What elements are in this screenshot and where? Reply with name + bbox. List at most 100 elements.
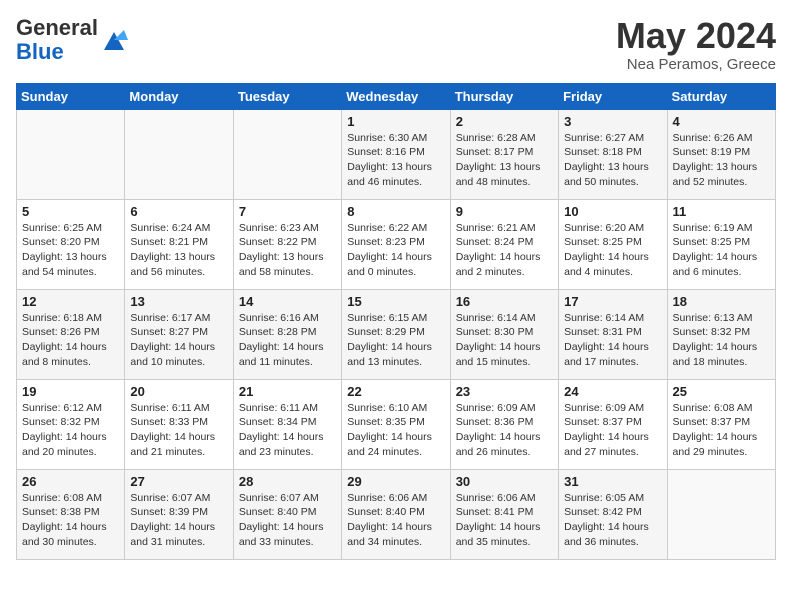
weekday-header-thursday: Thursday — [450, 83, 558, 109]
weekday-row: SundayMondayTuesdayWednesdayThursdayFrid… — [17, 83, 776, 109]
day-number: 7 — [239, 204, 336, 219]
day-number: 6 — [130, 204, 227, 219]
day-info: Sunrise: 6:20 AMSunset: 8:25 PMDaylight:… — [564, 221, 661, 280]
day-number: 25 — [673, 384, 770, 399]
day-info: Sunrise: 6:25 AMSunset: 8:20 PMDaylight:… — [22, 221, 119, 280]
day-info: Sunrise: 6:14 AMSunset: 8:30 PMDaylight:… — [456, 311, 553, 370]
day-info: Sunrise: 6:17 AMSunset: 8:27 PMDaylight:… — [130, 311, 227, 370]
day-number: 30 — [456, 474, 553, 489]
day-cell — [17, 109, 125, 199]
day-cell: 15 Sunrise: 6:15 AMSunset: 8:29 PMDayligh… — [342, 289, 450, 379]
day-number: 19 — [22, 384, 119, 399]
location: Nea Peramos, Greece — [616, 56, 776, 73]
weekday-header-saturday: Saturday — [667, 83, 775, 109]
day-info: Sunrise: 6:07 AMSunset: 8:40 PMDaylight:… — [239, 491, 336, 550]
day-number: 24 — [564, 384, 661, 399]
weekday-header-sunday: Sunday — [17, 83, 125, 109]
day-cell: 24 Sunrise: 6:09 AMSunset: 8:37 PMDayligh… — [559, 379, 667, 469]
day-cell: 5 Sunrise: 6:25 AMSunset: 8:20 PMDaylight… — [17, 199, 125, 289]
day-info: Sunrise: 6:08 AMSunset: 8:37 PMDaylight:… — [673, 401, 770, 460]
day-info: Sunrise: 6:06 AMSunset: 8:41 PMDaylight:… — [456, 491, 553, 550]
day-cell: 14Sunrise: 6:16 AMSunset: 8:28 PMDayligh… — [233, 289, 341, 379]
day-cell: 21 Sunrise: 6:11 AMSunset: 8:34 PMDayligh… — [233, 379, 341, 469]
day-number: 23 — [456, 384, 553, 399]
day-info: Sunrise: 6:19 AMSunset: 8:25 PMDaylight:… — [673, 221, 770, 280]
day-number: 14 — [239, 294, 336, 309]
day-cell: 6 Sunrise: 6:24 AMSunset: 8:21 PMDaylight… — [125, 199, 233, 289]
day-cell: 7 Sunrise: 6:23 AMSunset: 8:22 PMDaylight… — [233, 199, 341, 289]
page-header: General Blue May 2024 Nea Peramos, Greec… — [16, 16, 776, 73]
day-cell: 8 Sunrise: 6:22 AMSunset: 8:23 PMDaylight… — [342, 199, 450, 289]
day-info: Sunrise: 6:22 AMSunset: 8:23 PMDaylight:… — [347, 221, 444, 280]
day-info: Sunrise: 6:12 AMSunset: 8:32 PMDaylight:… — [22, 401, 119, 460]
day-info: Sunrise: 6:11 AMSunset: 8:33 PMDaylight:… — [130, 401, 227, 460]
day-info: Sunrise: 6:15 AMSunset: 8:29 PMDaylight:… — [347, 311, 444, 370]
day-info: Sunrise: 6:21 AMSunset: 8:24 PMDaylight:… — [456, 221, 553, 280]
day-info: Sunrise: 6:28 AMSunset: 8:17 PMDaylight:… — [456, 131, 553, 190]
day-info: Sunrise: 6:18 AMSunset: 8:26 PMDaylight:… — [22, 311, 119, 370]
day-number: 29 — [347, 474, 444, 489]
day-cell — [667, 469, 775, 559]
weekday-header-monday: Monday — [125, 83, 233, 109]
day-number: 4 — [673, 114, 770, 129]
day-info: Sunrise: 6:24 AMSunset: 8:21 PMDaylight:… — [130, 221, 227, 280]
day-cell: 11 Sunrise: 6:19 AMSunset: 8:25 PMDayligh… — [667, 199, 775, 289]
day-number: 11 — [673, 204, 770, 219]
day-info: Sunrise: 6:23 AMSunset: 8:22 PMDaylight:… — [239, 221, 336, 280]
calendar-body: 1Sunrise: 6:30 AMSunset: 8:16 PMDaylight… — [17, 109, 776, 559]
logo: General Blue — [16, 16, 128, 64]
day-cell: 3Sunrise: 6:27 AMSunset: 8:18 PMDaylight… — [559, 109, 667, 199]
day-cell: 19 Sunrise: 6:12 AMSunset: 8:32 PMDayligh… — [17, 379, 125, 469]
day-cell — [125, 109, 233, 199]
day-info: Sunrise: 6:27 AMSunset: 8:18 PMDaylight:… — [564, 131, 661, 190]
day-number: 26 — [22, 474, 119, 489]
day-cell: 18Sunrise: 6:13 AMSunset: 8:32 PMDayligh… — [667, 289, 775, 379]
day-cell: 9Sunrise: 6:21 AMSunset: 8:24 PMDaylight… — [450, 199, 558, 289]
week-row-3: 12Sunrise: 6:18 AMSunset: 8:26 PMDayligh… — [17, 289, 776, 379]
day-number: 16 — [456, 294, 553, 309]
day-number: 8 — [347, 204, 444, 219]
calendar-table: SundayMondayTuesdayWednesdayThursdayFrid… — [16, 83, 776, 560]
day-cell: 27 Sunrise: 6:07 AMSunset: 8:39 PMDayligh… — [125, 469, 233, 559]
day-info: Sunrise: 6:10 AMSunset: 8:35 PMDaylight:… — [347, 401, 444, 460]
day-cell: 4Sunrise: 6:26 AMSunset: 8:19 PMDaylight… — [667, 109, 775, 199]
weekday-header-friday: Friday — [559, 83, 667, 109]
day-info: Sunrise: 6:11 AMSunset: 8:34 PMDaylight:… — [239, 401, 336, 460]
day-number: 21 — [239, 384, 336, 399]
day-cell: 10 Sunrise: 6:20 AMSunset: 8:25 PMDayligh… — [559, 199, 667, 289]
month-title: May 2024 — [616, 16, 776, 56]
day-info: Sunrise: 6:07 AMSunset: 8:39 PMDaylight:… — [130, 491, 227, 550]
day-cell: 25 Sunrise: 6:08 AMSunset: 8:37 PMDayligh… — [667, 379, 775, 469]
calendar-header: SundayMondayTuesdayWednesdayThursdayFrid… — [17, 83, 776, 109]
day-cell: 22Sunrise: 6:10 AMSunset: 8:35 PMDayligh… — [342, 379, 450, 469]
day-number: 27 — [130, 474, 227, 489]
day-cell: 29 Sunrise: 6:06 AMSunset: 8:40 PMDayligh… — [342, 469, 450, 559]
logo-icon — [100, 26, 128, 54]
weekday-header-wednesday: Wednesday — [342, 83, 450, 109]
day-cell: 2Sunrise: 6:28 AMSunset: 8:17 PMDaylight… — [450, 109, 558, 199]
logo-text: General Blue — [16, 16, 98, 64]
week-row-5: 26 Sunrise: 6:08 AMSunset: 8:38 PMDayligh… — [17, 469, 776, 559]
logo-general: General — [16, 15, 98, 40]
day-cell: 20 Sunrise: 6:11 AMSunset: 8:33 PMDayligh… — [125, 379, 233, 469]
day-cell — [233, 109, 341, 199]
day-info: Sunrise: 6:05 AMSunset: 8:42 PMDaylight:… — [564, 491, 661, 550]
logo-blue: Blue — [16, 39, 64, 64]
day-number: 28 — [239, 474, 336, 489]
week-row-2: 5 Sunrise: 6:25 AMSunset: 8:20 PMDaylight… — [17, 199, 776, 289]
day-number: 10 — [564, 204, 661, 219]
title-block: May 2024 Nea Peramos, Greece — [616, 16, 776, 73]
day-cell: 31Sunrise: 6:05 AMSunset: 8:42 PMDayligh… — [559, 469, 667, 559]
day-info: Sunrise: 6:09 AMSunset: 8:37 PMDaylight:… — [564, 401, 661, 460]
day-number: 1 — [347, 114, 444, 129]
week-row-1: 1Sunrise: 6:30 AMSunset: 8:16 PMDaylight… — [17, 109, 776, 199]
day-number: 20 — [130, 384, 227, 399]
day-info: Sunrise: 6:06 AMSunset: 8:40 PMDaylight:… — [347, 491, 444, 550]
day-number: 5 — [22, 204, 119, 219]
day-cell: 13Sunrise: 6:17 AMSunset: 8:27 PMDayligh… — [125, 289, 233, 379]
day-number: 18 — [673, 294, 770, 309]
day-cell: 16 Sunrise: 6:14 AMSunset: 8:30 PMDayligh… — [450, 289, 558, 379]
day-info: Sunrise: 6:08 AMSunset: 8:38 PMDaylight:… — [22, 491, 119, 550]
day-number: 15 — [347, 294, 444, 309]
day-cell: 23Sunrise: 6:09 AMSunset: 8:36 PMDayligh… — [450, 379, 558, 469]
